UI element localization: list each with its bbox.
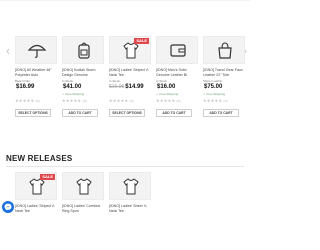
- product-image[interactable]: SALE: [109, 36, 151, 64]
- current-price: $16.00: [157, 84, 176, 90]
- new-releases-list: SALE [IDNO] Ladies' Striped V-Neck Tee […: [15, 172, 165, 232]
- add-to-cart-button[interactable]: ADD TO CART: [203, 109, 239, 117]
- rating-stars: ★★★★★(0): [203, 98, 229, 104]
- rating-stars: ★★★★★(0): [15, 98, 41, 104]
- product-price: $16.99: [15, 84, 34, 91]
- sale-badge: SALE: [40, 174, 55, 180]
- product-card[interactable]: [IDNO] Ladies' Sheer V-Neck Tee: [109, 172, 151, 232]
- product-image[interactable]: [156, 36, 198, 64]
- rating-stars: ★★★★★(0): [62, 98, 88, 104]
- review-count: (0): [35, 99, 41, 103]
- product-price: $16.00: [156, 84, 175, 91]
- new-releases-heading: NEW RELEASES: [6, 154, 73, 163]
- review-count: (0): [82, 99, 88, 103]
- product-card[interactable]: [IDNO] Ladies' Combed Ring Spun: [62, 172, 104, 232]
- product-card[interactable]: [IDNO] Men's Solid Genuine Leather Bi In…: [156, 36, 198, 126]
- stock-status: Ships in within: [203, 79, 223, 83]
- product-card[interactable]: [IDNO] Travel Gear Faux Leather 22" Tote…: [203, 36, 245, 126]
- product-image[interactable]: [62, 172, 104, 200]
- stock-status: Back Order: [15, 79, 31, 83]
- sale-badge: SALE: [134, 38, 149, 44]
- current-price: $14.99: [125, 84, 144, 90]
- product-price: $75.00: [203, 84, 222, 91]
- messenger-button[interactable]: [2, 201, 14, 213]
- rating-stars: ★★★★★(0): [109, 98, 135, 104]
- rating-stars: ★★★★★(0): [156, 98, 182, 104]
- product-image[interactable]: [62, 36, 104, 64]
- umbrella-icon: [27, 44, 47, 58]
- free-shipping-label: ✓ Free Shipping: [203, 92, 226, 96]
- current-price: $16.99: [16, 84, 35, 90]
- product-image[interactable]: [15, 36, 57, 64]
- shirt-icon: [123, 178, 139, 195]
- product-price: $41.00: [62, 84, 81, 91]
- product-title[interactable]: [IDNO] Ladies' Combed Ring Spun: [62, 204, 104, 213]
- product-card[interactable]: [IDNO] Kodiak Storm Design Genuine In St…: [62, 36, 104, 126]
- section-divider: [6, 166, 244, 167]
- add-to-cart-button[interactable]: ADD TO CART: [156, 109, 192, 117]
- current-price: $75.00: [204, 84, 223, 90]
- free-shipping-label: ✓ Free Shipping: [62, 92, 85, 96]
- wallet-icon: [170, 44, 186, 57]
- product-title[interactable]: [IDNO] Ladies' Striped V-Neck Tee: [109, 68, 151, 77]
- product-image[interactable]: [203, 36, 245, 64]
- product-card[interactable]: SALE [IDNO] Ladies' Striped V-Neck Tee: [15, 172, 57, 232]
- product-image[interactable]: SALE: [15, 172, 57, 200]
- product-price: $16.99$14.99: [109, 84, 144, 91]
- messenger-icon: [4, 203, 12, 211]
- free-shipping-label: ✓ Free Shipping: [156, 92, 179, 96]
- review-count: (0): [223, 99, 229, 103]
- product-image[interactable]: [109, 172, 151, 200]
- old-price: $16.99: [109, 84, 125, 90]
- product-title[interactable]: [IDNO] Kodiak Storm Design Genuine: [62, 68, 104, 77]
- product-title[interactable]: [IDNO] Travel Gear Faux Leather 22" Tote: [203, 68, 245, 77]
- stock-status: In Stock: [156, 79, 167, 83]
- product-title[interactable]: [IDNO] Ladies' Sheer V-Neck Tee: [109, 204, 151, 213]
- select-options-button[interactable]: SELECT OPTIONS: [109, 109, 145, 117]
- add-to-cart-button[interactable]: ADD TO CART: [62, 109, 98, 117]
- current-price: $41.00: [63, 84, 82, 90]
- stock-status: In Stock: [62, 79, 73, 83]
- top-divider: [0, 0, 250, 1]
- shirt-icon: [76, 178, 92, 195]
- stock-status: In Stock: [109, 79, 120, 83]
- product-card[interactable]: SALE [IDNO] Ladies' Striped V-Neck Tee I…: [109, 36, 151, 126]
- product-card[interactable]: [IDNO] All Weather 48" Polyester Auto Ba…: [15, 36, 57, 126]
- product-title[interactable]: [IDNO] Men's Solid Genuine Leather Bi: [156, 68, 198, 77]
- review-count: (0): [129, 99, 135, 103]
- review-count: (0): [176, 99, 182, 103]
- product-carousel: [IDNO] All Weather 48" Polyester Auto Ba…: [15, 36, 245, 126]
- product-title[interactable]: [IDNO] All Weather 48" Polyester Auto: [15, 68, 57, 77]
- backpack-icon: [78, 42, 90, 59]
- bag-icon: [218, 42, 232, 59]
- product-title[interactable]: [IDNO] Ladies' Striped V-Neck Tee: [15, 204, 57, 213]
- select-options-button[interactable]: SELECT OPTIONS: [15, 109, 51, 117]
- chevron-left-icon[interactable]: ‹: [3, 42, 13, 60]
